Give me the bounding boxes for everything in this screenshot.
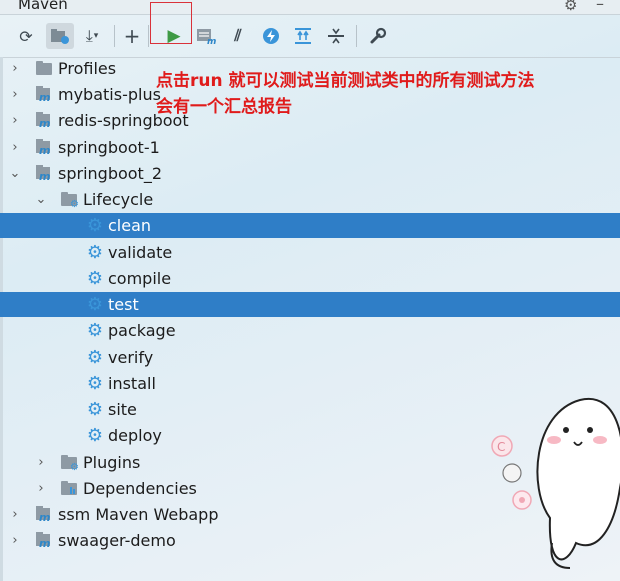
lifecycle-phase-item[interactable]: ⚙ clean <box>0 213 620 238</box>
lifecycle-phase-item[interactable]: ⚙ verify <box>0 345 620 370</box>
maven-module-icon: m <box>36 165 52 183</box>
run-highlight-box <box>150 2 192 44</box>
phase-gear-icon: ⚙ <box>86 241 104 263</box>
phase-gear-icon: ⚙ <box>86 267 104 289</box>
chevron-down-icon[interactable]: ⌄ <box>8 166 22 181</box>
profiles-folder-icon <box>36 60 54 78</box>
generate-sources-icon[interactable] <box>46 23 74 49</box>
gear-icon[interactable]: ⚙ <box>564 0 577 14</box>
annotation-line-1: 点击run 就可以测试当前测试类中的所有测试方法 <box>156 71 535 91</box>
tree-item-label: springboot-1 <box>58 138 160 157</box>
tree-item-label: clean <box>108 216 152 235</box>
tree-item-label: ssm Maven Webapp <box>58 505 219 524</box>
tree-item-label: site <box>108 400 137 419</box>
tree-item-label: verify <box>108 348 154 367</box>
chevron-right-icon[interactable]: › <box>8 140 22 155</box>
tool-window-title: Maven <box>18 0 68 13</box>
tree-item-label: deploy <box>108 426 162 445</box>
maven-module-icon: m <box>36 139 52 157</box>
svg-text:m: m <box>207 37 216 45</box>
maven-toolbar: ⟳ ⤓ ▾ + ▶ m ⫽ <box>0 15 620 58</box>
plugins-folder-icon: ⚙ <box>61 454 79 473</box>
tree-item-label: install <box>108 374 156 393</box>
phase-gear-icon: ⚙ <box>86 398 104 420</box>
chevron-right-icon[interactable]: › <box>34 481 48 496</box>
execute-goal-icon[interactable]: m <box>192 23 220 49</box>
tree-item-label: springboot_2 <box>58 164 162 183</box>
toolbar-separator <box>356 25 357 47</box>
chevron-right-icon[interactable]: › <box>8 113 22 128</box>
tree-item-label: Plugins <box>83 453 141 472</box>
collapse-all-icon[interactable] <box>322 23 350 49</box>
toolbar-separator <box>114 25 115 47</box>
phase-gear-icon: ⚙ <box>86 372 104 394</box>
lifecycle-folder-icon: ⚙ <box>61 191 79 210</box>
chevron-right-icon[interactable]: › <box>8 533 22 548</box>
settings-wrench-icon[interactable] <box>364 23 392 49</box>
tree-item-label: Dependencies <box>83 479 197 498</box>
chevron-right-icon[interactable]: › <box>8 87 22 102</box>
toolbar-separator <box>148 25 149 47</box>
maven-module-icon: m <box>36 86 52 104</box>
skip-tests-icon[interactable] <box>257 23 285 49</box>
reload-icon[interactable]: ⟳ <box>12 23 40 49</box>
dependencies-folder-icon <box>61 480 79 498</box>
lifecycle-phase-item[interactable]: ⚙ validate <box>0 240 620 265</box>
hide-icon[interactable]: – <box>596 0 604 13</box>
chevron-down-icon[interactable]: ⌄ <box>34 192 48 207</box>
phase-gear-icon: ⚙ <box>86 346 104 368</box>
tree-item-label: compile <box>108 269 172 288</box>
maven-module-icon: m <box>36 506 52 524</box>
phase-gear-icon: ⚙ <box>86 424 104 446</box>
tool-window-header: Maven ⚙ – <box>0 0 620 15</box>
annotation-note: 点击run 就可以测试当前测试类中的所有测试方法 会有一个汇总报告 <box>156 68 535 120</box>
tree-item-module[interactable]: ⌄ m springboot_2 <box>0 161 620 186</box>
mascot-illustration: C <box>491 397 620 569</box>
toggle-offline-icon[interactable]: ⫽ <box>224 23 252 49</box>
tree-item-module[interactable]: › m springboot-1 <box>0 135 620 160</box>
tree-item-label: package <box>108 321 176 340</box>
phase-gear-icon: ⚙ <box>86 293 104 315</box>
tree-item-label: Profiles <box>58 59 117 78</box>
annotation-line-2: 会有一个汇总报告 <box>156 97 292 117</box>
phase-gear-icon: ⚙ <box>86 319 104 341</box>
tree-item-lifecycle[interactable]: ⌄ ⚙ Lifecycle <box>0 187 620 212</box>
tree-item-label: mybatis-plus <box>58 85 161 104</box>
tree-item-label: validate <box>108 243 173 262</box>
lifecycle-phase-item[interactable]: ⚙ compile <box>0 266 620 291</box>
lifecycle-phase-item[interactable]: ⚙ test <box>0 292 620 317</box>
maven-module-icon: m <box>36 112 52 130</box>
tree-item-label: swaager-demo <box>58 531 176 550</box>
add-icon[interactable]: + <box>118 23 146 49</box>
maven-module-icon: m <box>36 532 52 550</box>
tree-item-label: test <box>108 295 139 314</box>
chevron-right-icon[interactable]: › <box>34 455 48 470</box>
tree-item-label: Lifecycle <box>83 190 154 209</box>
download-icon[interactable]: ⤓ ▾ <box>78 23 106 49</box>
chevron-right-icon[interactable]: › <box>8 61 22 76</box>
show-dependencies-icon[interactable] <box>289 23 317 49</box>
lifecycle-phase-item[interactable]: ⚙ package <box>0 318 620 343</box>
chevron-right-icon[interactable]: › <box>8 507 22 522</box>
phase-gear-icon: ⚙ <box>86 214 104 236</box>
svg-text:C: C <box>497 440 505 454</box>
